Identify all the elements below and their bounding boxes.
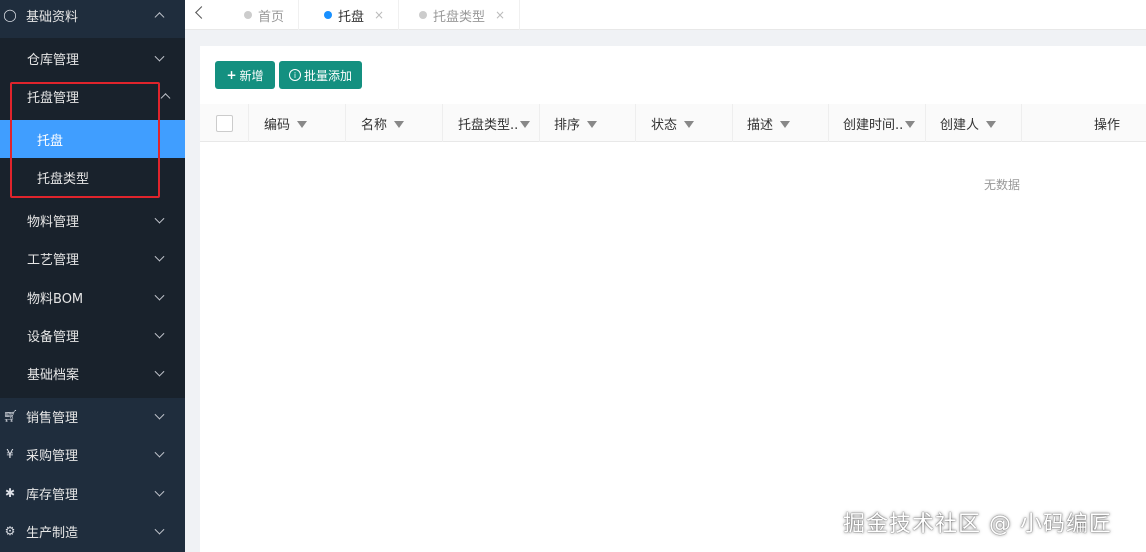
chevron-down-icon — [154, 213, 165, 224]
batch-add-button[interactable]: i 批量添加 — [279, 61, 362, 89]
tab-dot-icon — [244, 11, 252, 19]
menu-item-material[interactable]: 物料管理 — [0, 201, 185, 239]
column-label: 排序 — [554, 117, 581, 133]
close-icon[interactable]: × — [374, 8, 384, 22]
menu-label: 销售管理 — [26, 410, 79, 426]
column-label: 操作 — [1093, 117, 1120, 133]
menu-label: 仓库管理 — [27, 52, 80, 68]
menu-item-pallet-management[interactable]: 托盘管理 — [0, 77, 185, 115]
column-header-created-time[interactable]: 创建时间.. — [829, 104, 926, 142]
empty-placeholder: 无数据 — [984, 178, 1021, 192]
add-button[interactable]: + 新增 — [215, 61, 275, 89]
menu-label: 基础资料 — [26, 9, 79, 25]
chevron-down-icon — [154, 251, 165, 262]
menu-label: 物料BOM — [27, 291, 84, 307]
chevron-up-icon — [160, 93, 171, 104]
column-header-actions: 操作 — [1022, 104, 1146, 142]
menu-item-bom[interactable]: 物料BOM — [0, 278, 185, 316]
filter-icon[interactable] — [780, 120, 791, 128]
menu-label: 生产制造 — [26, 525, 79, 541]
content-gap — [185, 30, 1146, 46]
menu-group-purchase[interactable]: ¥ 采购管理 — [0, 435, 185, 473]
tab-pallet[interactable]: 托盘 × — [310, 0, 400, 30]
menu-label: 设备管理 — [27, 329, 80, 345]
menu-group-sales[interactable]: 🛒︎ 销售管理 — [0, 397, 185, 435]
watermark: 掘金技术社区 @ 小码编匠 — [843, 512, 1112, 537]
info-icon: i — [288, 69, 301, 81]
chevron-up-icon — [154, 12, 165, 23]
chevron-down-icon — [154, 51, 165, 62]
menu-group-production[interactable]: ⚙ 生产制造 — [0, 512, 185, 550]
tab-label: 托盘 — [338, 9, 365, 25]
menu-item-pallet-type[interactable]: 托盘类型 — [0, 158, 185, 196]
column-label: 创建时间.. — [843, 117, 904, 133]
chevron-down-icon — [154, 290, 165, 301]
tab-dot-icon — [324, 11, 332, 19]
menu-label: 托盘类型 — [37, 171, 90, 187]
column-label: 托盘类型.. — [458, 117, 519, 133]
tab-home[interactable]: 首页 — [230, 0, 300, 30]
menu-item-warehouse[interactable]: 仓库管理 — [0, 39, 185, 77]
menu-item-process[interactable]: 工艺管理 — [0, 239, 185, 277]
tab-label: 首页 — [258, 9, 285, 25]
back-arrow-icon[interactable] — [195, 6, 208, 19]
table-header: 编码 名称 托盘类型.. 排序 状态 描述 创建时间.. 创建人 操作 — [200, 104, 1146, 142]
select-all-checkbox[interactable] — [216, 115, 233, 132]
sidebar: ◯ 基础资料 仓库管理 托盘管理 托盘 托盘类型 物料管理 工艺管理 物料BOM… — [0, 0, 185, 552]
menu-item-equipment[interactable]: 设备管理 — [0, 316, 185, 354]
tab-label: 托盘类型 — [433, 9, 486, 25]
column-header-code[interactable]: 编码 — [249, 104, 346, 142]
main-content: + 新增 i 批量添加 编码 名称 托盘类型.. 排序 状态 描述 创建时间.. — [200, 46, 1146, 552]
content-gap-left — [185, 30, 200, 552]
filter-icon[interactable] — [684, 120, 695, 128]
tab-dot-icon — [419, 11, 427, 19]
column-header-description[interactable]: 描述 — [733, 104, 829, 142]
chevron-down-icon — [154, 366, 165, 377]
tab-pallet-type[interactable]: 托盘类型 × — [405, 0, 521, 30]
column-header-name[interactable]: 名称 — [346, 104, 443, 142]
menu-label: 库存管理 — [26, 487, 79, 503]
filter-icon[interactable] — [905, 120, 916, 128]
column-header-creator[interactable]: 创建人 — [926, 104, 1022, 142]
menu-group-inventory[interactable]: ✱ 库存管理 — [0, 474, 185, 512]
add-button-label: 新增 — [239, 68, 264, 83]
chevron-down-icon — [154, 328, 165, 339]
chevron-down-icon — [154, 409, 165, 420]
asterisk-icon: ✱ — [4, 486, 16, 500]
menu-label: 基础档案 — [27, 367, 80, 383]
chevron-down-icon — [154, 447, 165, 458]
chevron-down-icon — [154, 486, 165, 497]
column-label: 编码 — [264, 117, 291, 133]
filter-icon[interactable] — [986, 120, 997, 128]
filter-icon[interactable] — [394, 120, 405, 128]
menu-group-basic-data[interactable]: ◯ 基础资料 — [0, 0, 185, 34]
tab-bar: 首页 托盘 × 托盘类型 × — [185, 0, 1146, 30]
column-label: 描述 — [747, 117, 774, 133]
column-header-pallet-type[interactable]: 托盘类型.. — [443, 104, 540, 142]
close-icon[interactable]: × — [495, 8, 505, 22]
menu-label: 物料管理 — [27, 214, 80, 230]
chevron-down-icon — [154, 524, 165, 535]
select-all-cell — [200, 104, 249, 142]
menu-label: 工艺管理 — [27, 252, 80, 268]
menu-item-archive[interactable]: 基础档案 — [0, 354, 185, 392]
menu-label: 采购管理 — [26, 448, 79, 464]
gear-icon: ⚙ — [4, 524, 16, 538]
filter-icon[interactable] — [520, 120, 531, 128]
filter-icon[interactable] — [587, 120, 598, 128]
column-header-status[interactable]: 状态 — [636, 104, 733, 142]
yen-icon: ¥ — [6, 447, 14, 461]
column-header-sort[interactable]: 排序 — [540, 104, 636, 142]
plus-icon: + — [226, 68, 237, 82]
batch-add-button-label: 批量添加 — [303, 68, 352, 83]
cart-icon: 🛒︎ — [3, 409, 19, 423]
filter-icon[interactable] — [297, 120, 308, 128]
column-label: 状态 — [651, 117, 678, 133]
menu-item-pallet[interactable]: 托盘 — [0, 120, 185, 158]
column-label: 创建人 — [940, 117, 980, 133]
bulb-icon: ◯ — [3, 8, 17, 22]
column-label: 名称 — [361, 117, 388, 133]
menu-label: 托盘管理 — [27, 90, 80, 106]
menu-label: 托盘 — [37, 133, 64, 149]
